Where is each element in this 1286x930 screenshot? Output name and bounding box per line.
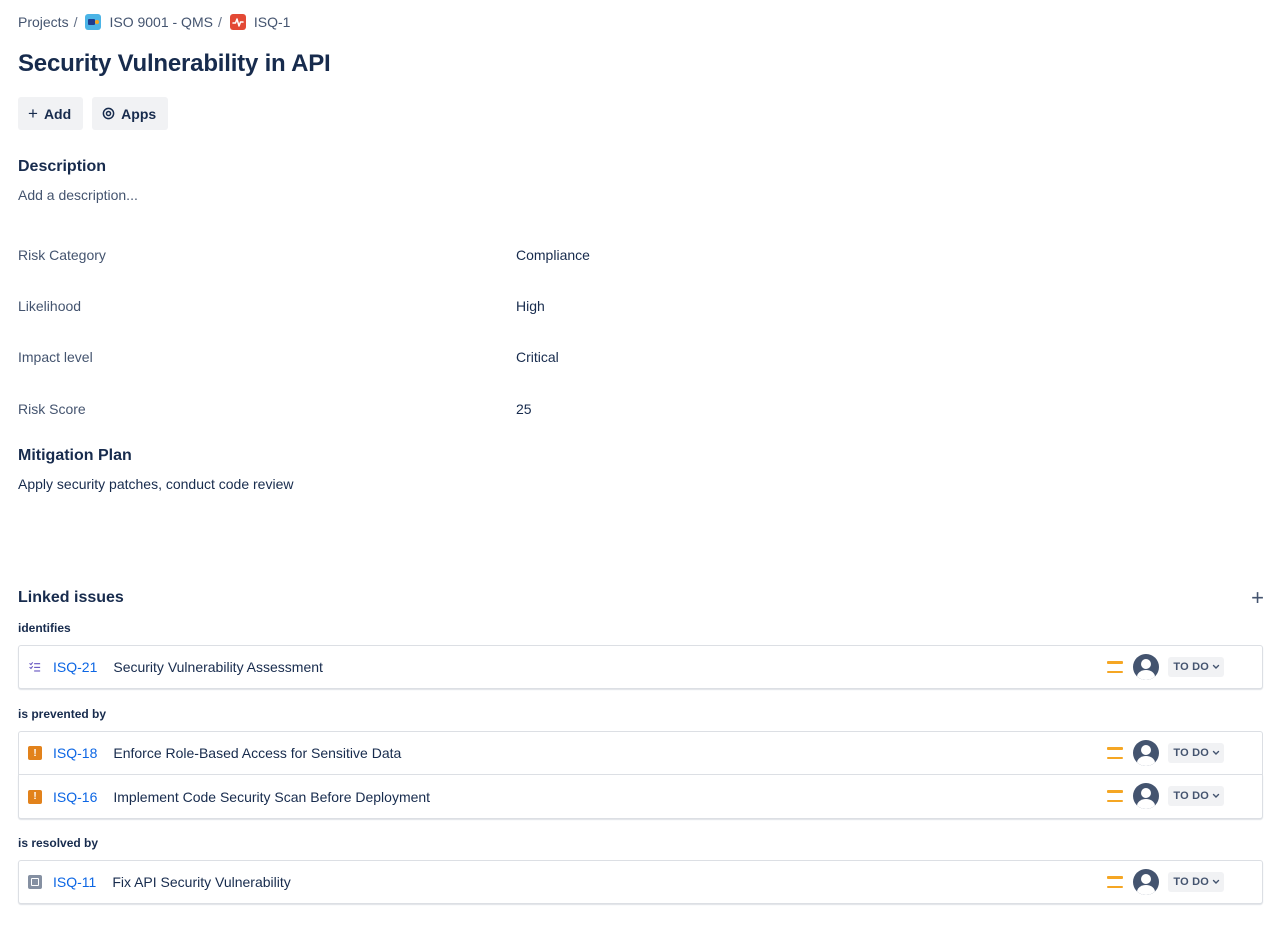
status-label: TO DO — [1173, 790, 1209, 802]
field-value[interactable]: Critical — [516, 349, 559, 365]
issue-key-link[interactable]: ISQ-16 — [53, 789, 97, 805]
task-icon — [28, 875, 42, 889]
risk-issue-type-icon — [229, 14, 246, 30]
breadcrumb-issue[interactable]: ISQ-1 — [229, 14, 291, 30]
issue-summary[interactable]: Security Vulnerability Assessment — [113, 659, 323, 675]
plus-icon[interactable]: + — [1251, 587, 1264, 609]
avatar[interactable] — [1133, 869, 1160, 895]
field-impact-level: Impact level Critical — [18, 349, 818, 369]
issue-title[interactable]: Security Vulnerability in API — [18, 50, 331, 78]
link-group-label: is resolved by — [18, 836, 99, 850]
pulse-icon — [232, 18, 244, 27]
issue-key-link[interactable]: ISQ-11 — [53, 874, 96, 890]
link-group-label: identifies — [18, 621, 71, 635]
status-dropdown[interactable]: TO DO — [1168, 743, 1224, 763]
risk-icon: ! — [28, 746, 42, 760]
field-label: Risk Category — [18, 247, 106, 263]
avatar[interactable] — [1133, 783, 1160, 809]
field-label: Likelihood — [18, 298, 82, 314]
breadcrumb-project-label: ISO 9001 - QMS — [109, 14, 213, 30]
apps-icon — [102, 107, 115, 120]
apps-button[interactable]: Apps — [92, 97, 169, 130]
avatar[interactable] — [1133, 740, 1160, 766]
issue-meta: TO DO — [1107, 861, 1224, 903]
field-label: Impact level — [18, 349, 93, 365]
status-label: TO DO — [1173, 661, 1209, 673]
plus-icon: + — [28, 104, 38, 123]
risk-icon: ! — [28, 789, 42, 804]
breadcrumb-issue-label: ISQ-1 — [253, 14, 291, 30]
chevron-down-icon — [1212, 793, 1220, 798]
mitigation-heading: Mitigation Plan — [18, 447, 132, 464]
subtask-icon — [28, 660, 42, 674]
field-label: Risk Score — [18, 401, 86, 417]
field-value[interactable]: High — [516, 298, 545, 314]
status-label: TO DO — [1173, 876, 1209, 888]
breadcrumb-projects[interactable]: Projects — [18, 14, 69, 30]
linked-issue-row[interactable]: ISQ-21 Security Vulnerability Assessment… — [18, 645, 1263, 689]
field-value[interactable]: 25 — [516, 401, 532, 417]
linked-issue-row[interactable]: ISQ-11 Fix API Security Vulnerability TO… — [18, 860, 1263, 904]
link-group-label: is prevented by — [18, 707, 107, 721]
issue-summary[interactable]: Enforce Role-Based Access for Sensitive … — [113, 745, 401, 761]
field-risk-score: Risk Score 25 — [18, 401, 818, 421]
field-risk-category: Risk Category Compliance — [18, 247, 818, 267]
chevron-down-icon — [1212, 750, 1220, 755]
breadcrumb-project[interactable]: ISO 9001 - QMS — [85, 14, 213, 30]
priority-medium-icon — [1107, 790, 1124, 802]
issue-summary[interactable]: Fix API Security Vulnerability — [112, 874, 290, 890]
add-button[interactable]: + Add — [18, 97, 84, 130]
linked-issue-row[interactable]: ! ISQ-16 Implement Code Security Scan Be… — [18, 775, 1263, 819]
priority-medium-icon — [1107, 747, 1124, 759]
description-input[interactable]: Add a description... — [18, 187, 138, 203]
issue-meta: TO DO — [1107, 775, 1224, 817]
avatar[interactable] — [1133, 654, 1160, 680]
issue-page: Projects / ISO 9001 - QMS / ISQ-1 Securi… — [0, 0, 1286, 930]
status-dropdown[interactable]: TO DO — [1168, 872, 1224, 892]
project-icon — [85, 14, 102, 30]
issue-meta: TO DO — [1107, 732, 1224, 774]
priority-medium-icon — [1107, 661, 1124, 673]
action-bar: + Add Apps — [18, 97, 169, 130]
add-button-label: Add — [43, 105, 72, 122]
field-likelihood: Likelihood High — [18, 298, 818, 318]
status-label: TO DO — [1173, 747, 1209, 759]
priority-medium-icon — [1107, 876, 1124, 888]
apps-button-label: Apps — [121, 105, 157, 122]
linked-issue-row[interactable]: ! ISQ-18 Enforce Role-Based Access for S… — [18, 731, 1263, 775]
status-dropdown[interactable]: TO DO — [1168, 657, 1224, 677]
issue-key-link[interactable]: ISQ-18 — [53, 745, 97, 761]
breadcrumb-separator: / — [73, 14, 78, 30]
chevron-down-icon — [1212, 879, 1220, 884]
issue-meta: TO DO — [1107, 646, 1224, 688]
issue-key-link[interactable]: ISQ-21 — [53, 659, 97, 675]
mitigation-text[interactable]: Apply security patches, conduct code rev… — [18, 476, 293, 492]
chevron-down-icon — [1212, 664, 1220, 669]
issue-summary[interactable]: Implement Code Security Scan Before Depl… — [113, 789, 430, 805]
linked-issues-header: Linked issues + — [18, 587, 1264, 611]
linked-issues-heading: Linked issues — [18, 589, 124, 606]
breadcrumb: Projects / ISO 9001 - QMS / ISQ-1 — [18, 12, 290, 32]
breadcrumb-separator: / — [217, 14, 222, 30]
field-value[interactable]: Compliance — [516, 247, 590, 263]
description-heading: Description — [18, 158, 107, 175]
status-dropdown[interactable]: TO DO — [1168, 786, 1224, 806]
